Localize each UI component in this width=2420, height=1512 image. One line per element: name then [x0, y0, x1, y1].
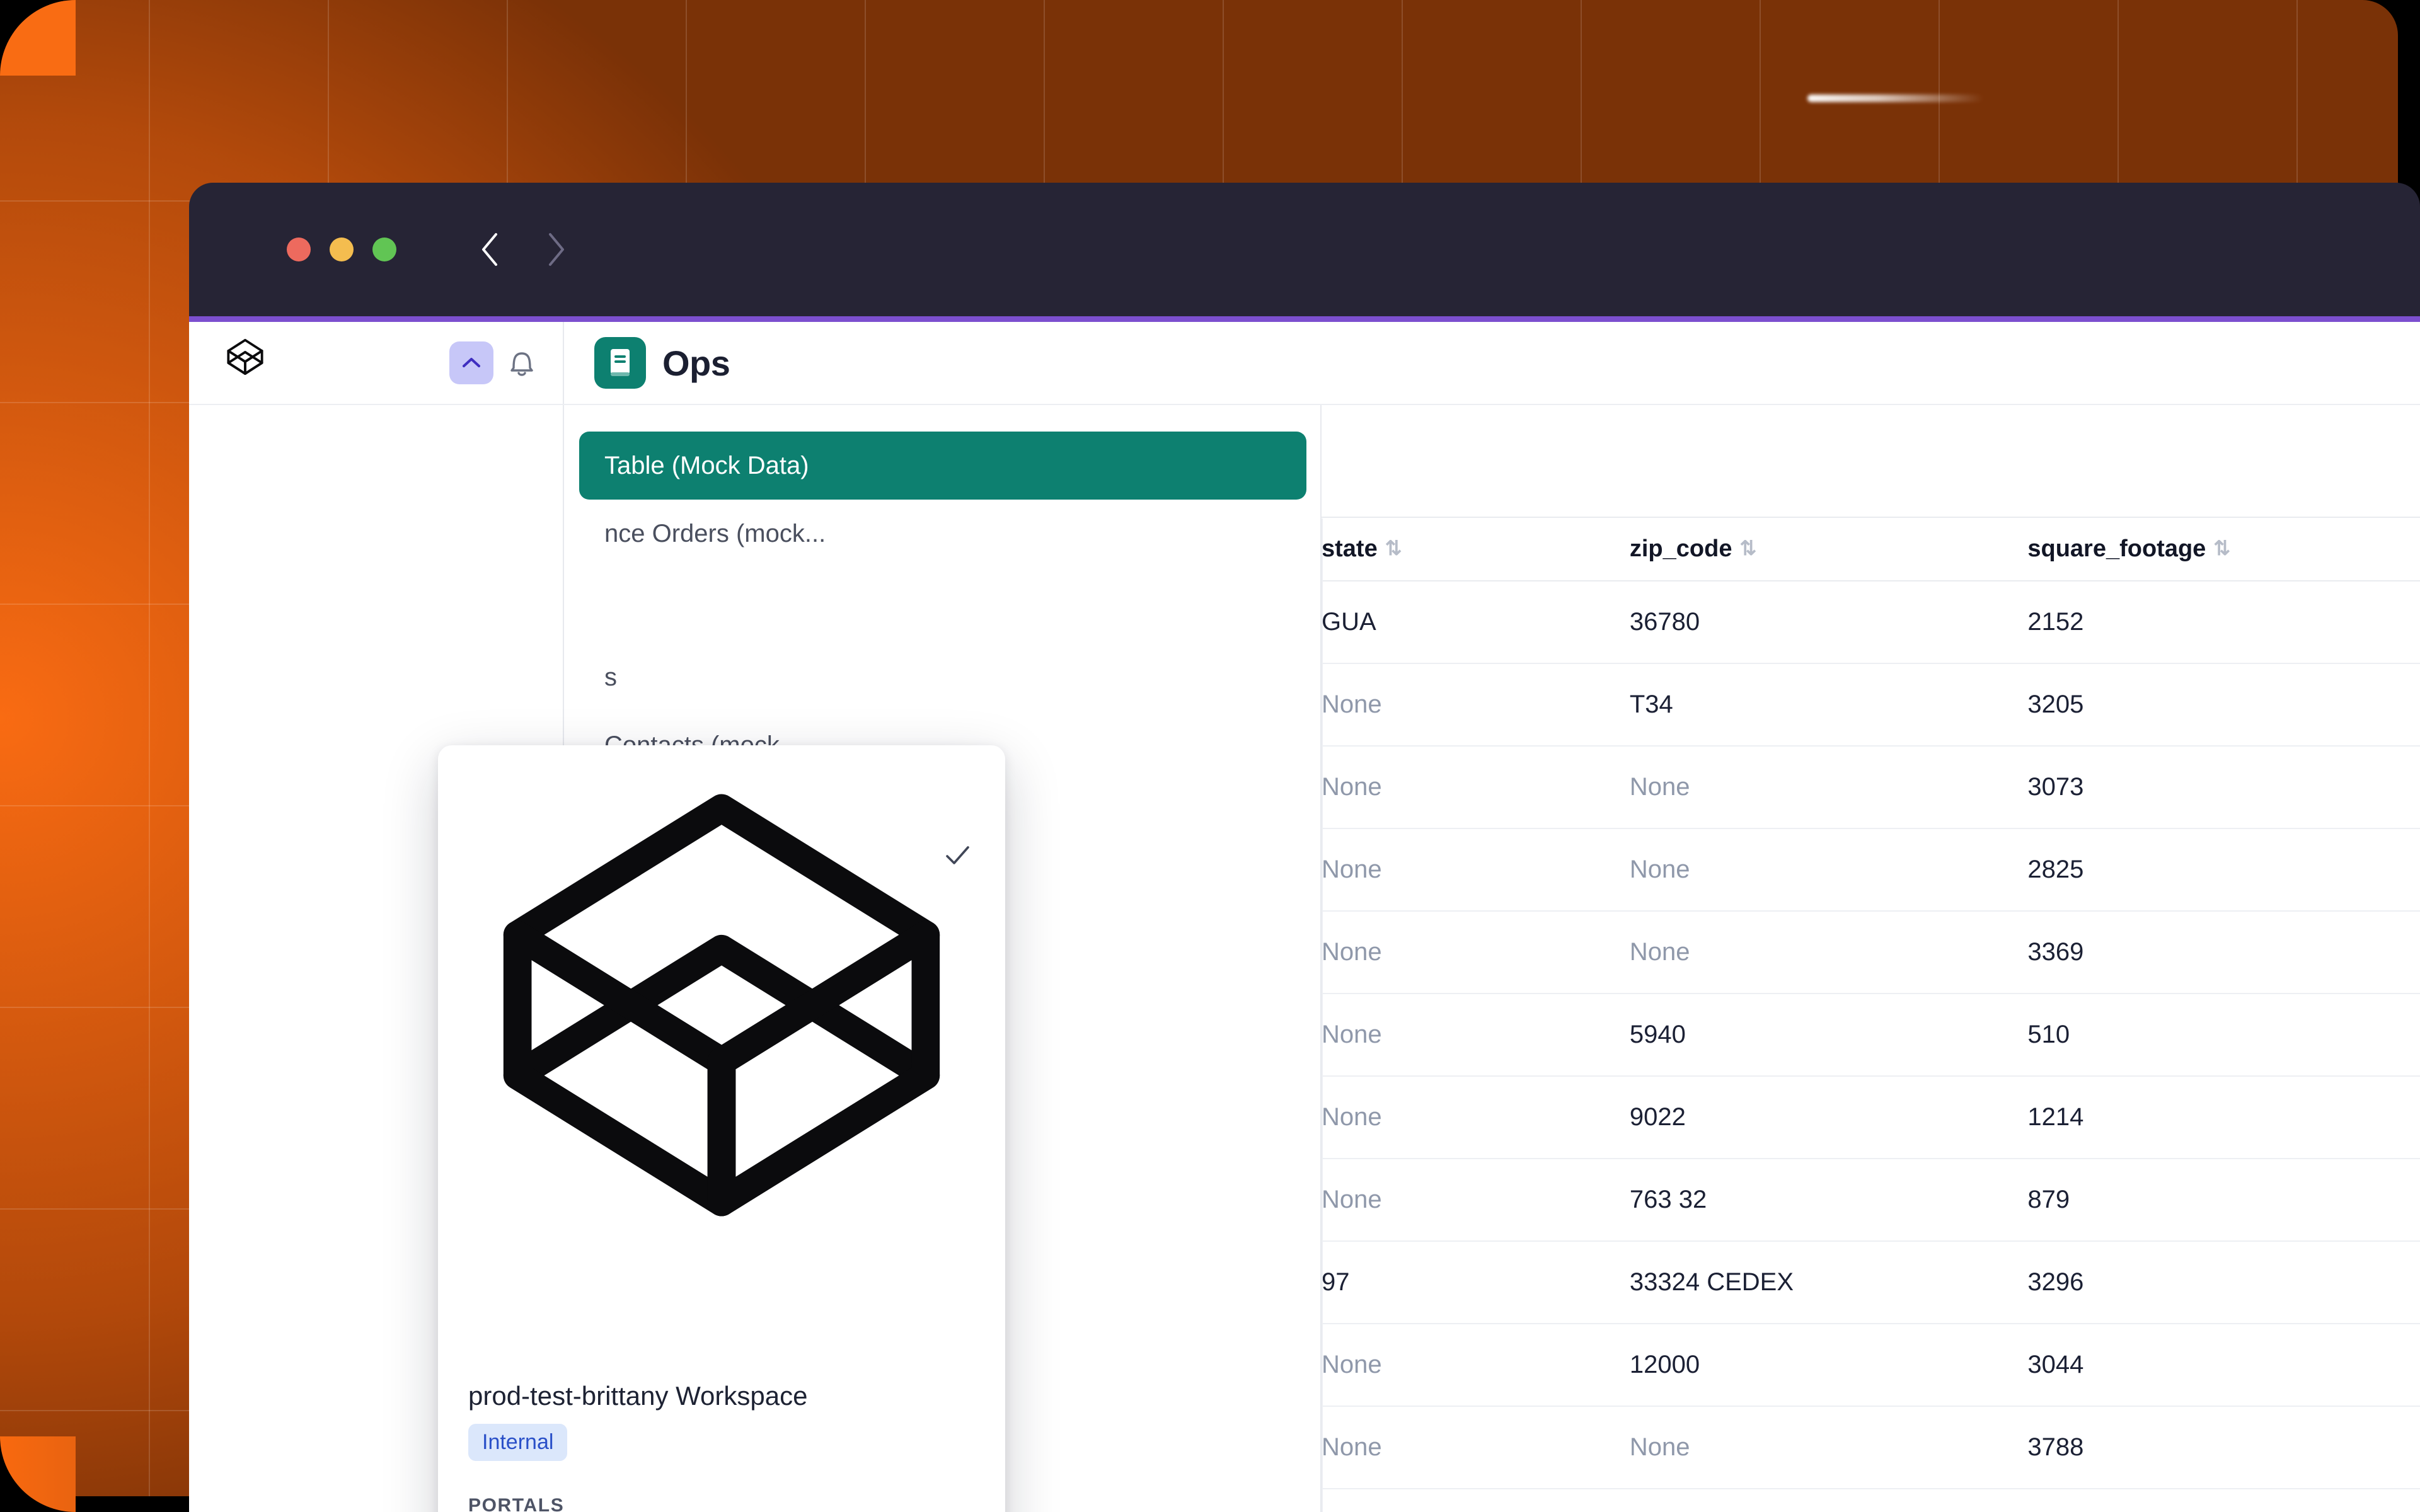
table-cell-zip-code: 36780: [1629, 581, 2028, 664]
table-row[interactable]: GUA3678021524: [1322, 581, 2420, 664]
browser-chrome-bar: [189, 183, 2420, 316]
column-label: state: [1322, 536, 1378, 562]
table-cell-state: None: [1322, 1159, 1630, 1242]
header-action-buttons[interactable]: [449, 341, 539, 384]
table-cell-square-footage: 2825: [2027, 828, 2420, 912]
stacker-app-viewport: Ops Table (Mock Data) nce Orders (mock..…: [189, 316, 2420, 1512]
app-top-header: Ops: [189, 322, 2420, 405]
table-cell-square-footage: 510: [2027, 994, 2420, 1077]
stacker-logo-icon: [224, 338, 267, 388]
table-cell-square-footage: 879: [2027, 1159, 2420, 1242]
portals-section-label: PORTALS: [468, 1495, 565, 1512]
workspace-switcher-zone[interactable]: [189, 322, 564, 404]
table-cell-zip-code: 33324 CEDEX: [1629, 1241, 2028, 1324]
browser-nav-buttons[interactable]: [478, 232, 567, 267]
forward-button[interactable]: [545, 232, 567, 267]
check-icon: [942, 840, 972, 870]
table-cell-square-footage: 3044: [2027, 1324, 2420, 1407]
light-streak-decoration: [1807, 94, 1984, 102]
chevron-up-icon[interactable]: [449, 341, 493, 384]
table-cell-state: None: [1322, 828, 1630, 912]
table-row[interactable]: NoneNone28255: [1322, 828, 2420, 912]
column-header-square-footage[interactable]: square_footage ⇅: [2027, 517, 2420, 581]
stacker-logo-icon: [468, 794, 975, 1380]
table-cell-state: GUA: [1322, 581, 1630, 664]
table-cell-state: None: [1322, 1076, 1630, 1159]
table-row[interactable]: NoneT3432055: [1322, 663, 2420, 747]
table-row[interactable]: None763 3287910: [1322, 1159, 2420, 1242]
nav-item-orders[interactable]: nce Orders (mock...: [579, 500, 1306, 568]
table-row[interactable]: NoneNone37881: [1322, 1406, 2420, 1489]
table-left-border: [1322, 518, 1323, 1512]
sort-icon[interactable]: ⇅: [1385, 536, 1402, 560]
sort-icon[interactable]: ⇅: [2213, 536, 2230, 560]
table-cell-state: None: [1322, 1324, 1630, 1407]
table-cell-zip-code: 5940: [1629, 994, 2028, 1077]
records-table: state⇅ zip_code⇅ square_footage⇅ bedro: [1322, 517, 2420, 1489]
table-row[interactable]: None59405105: [1322, 994, 2420, 1077]
table-cell-zip-code: 12000: [1629, 1324, 2028, 1407]
column-header-state[interactable]: state ⇅: [1322, 517, 1630, 581]
column-header-zip-code[interactable]: zip_code ⇅: [1629, 517, 2028, 581]
minimize-window-button[interactable]: [330, 238, 354, 261]
back-button[interactable]: [478, 232, 500, 267]
table-cell-square-footage: 3073: [2027, 746, 2420, 829]
nav-item-label: Table (Mock Data): [604, 451, 809, 479]
table-cell-zip-code: 763 32: [1629, 1159, 2028, 1242]
table-cell-square-footage: 3369: [2027, 911, 2420, 994]
table-row[interactable]: 9733324 CEDEX32968: [1322, 1241, 2420, 1324]
table-cell-square-footage: 3788: [2027, 1406, 2420, 1489]
table-cell-state: None: [1322, 994, 1630, 1077]
table-row[interactable]: None9022121410: [1322, 1076, 2420, 1159]
table-cell-state: None: [1322, 911, 1630, 994]
app-identity[interactable]: Ops: [564, 337, 730, 389]
table-cell-square-footage: 1214: [2027, 1076, 2420, 1159]
maximize-window-button[interactable]: [372, 238, 396, 261]
table-header-row: state⇅ zip_code⇅ square_footage⇅ bedro: [1322, 517, 2420, 581]
table-cell-zip-code: None: [1629, 911, 2028, 994]
workspace-name: prod-test-brittany Workspace: [468, 1381, 808, 1411]
nav-item-label: nce Orders (mock...: [604, 519, 826, 547]
table-heading: ck Data): [1322, 405, 2420, 484]
table-cell-zip-code: 9022: [1629, 1076, 2028, 1159]
workspace-switcher-dropdown: prod-test-brittany Workspace Internal PO…: [438, 745, 1005, 1512]
status-badge: Internal: [468, 1424, 568, 1462]
nav-item-table-mock-data[interactable]: Table (Mock Data): [579, 432, 1306, 500]
nav-item-label: s: [604, 663, 617, 691]
table-row[interactable]: NoneNone33691: [1322, 911, 2420, 994]
table-cell-state: 97: [1322, 1241, 1630, 1324]
table-cell-zip-code: None: [1629, 746, 2028, 829]
main-content-area: ck Data) state ⇅ zip_code ⇅ square_footage…: [1322, 405, 2420, 1512]
table-cell-square-footage: 3296: [2027, 1241, 2420, 1324]
table-cell-zip-code: T34: [1629, 663, 2028, 747]
table-row[interactable]: None1200030441: [1322, 1324, 2420, 1407]
table-cell-square-footage: 2152: [2027, 581, 2420, 664]
window-traffic-lights[interactable]: [287, 238, 396, 261]
table-row[interactable]: NoneNone30733: [1322, 746, 2420, 829]
book-icon: [594, 337, 646, 389]
table-cell-state: None: [1322, 663, 1630, 747]
column-label: zip_code: [1629, 536, 1732, 562]
bell-icon[interactable]: [505, 344, 539, 382]
workspace-entry[interactable]: prod-test-brittany Workspace Internal: [438, 745, 1005, 1484]
table-cell-square-footage: 3205: [2027, 663, 2420, 747]
table-cell-zip-code: None: [1629, 1406, 2028, 1489]
table-cell-state: None: [1322, 1406, 1630, 1489]
table-body: GUA3678021524NoneT3432055NoneNone30733No…: [1322, 581, 2420, 1489]
sort-icon[interactable]: ⇅: [1739, 536, 1756, 560]
nav-item-s[interactable]: s: [579, 643, 1306, 711]
table-cell-zip-code: None: [1629, 828, 2028, 912]
table-cell-state: None: [1322, 746, 1630, 829]
close-window-button[interactable]: [287, 238, 311, 261]
browser-window: stackerhq.com: [189, 183, 2420, 1512]
column-label: square_footage: [2027, 536, 2206, 562]
page-title: Ops: [662, 343, 730, 383]
